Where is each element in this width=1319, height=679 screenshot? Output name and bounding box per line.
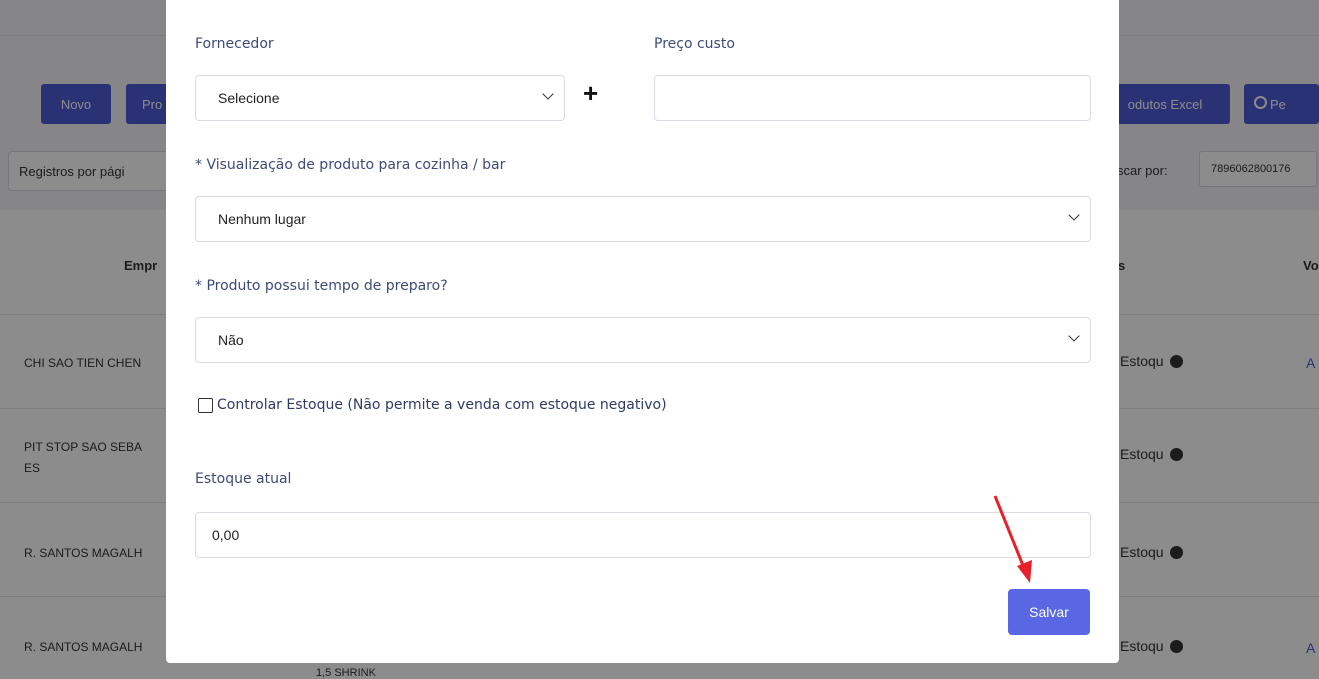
annotation-arrow-icon (993, 495, 1032, 583)
product-modal: Fornecedor Selecione + Preço custo * Vis… (166, 0, 1119, 663)
